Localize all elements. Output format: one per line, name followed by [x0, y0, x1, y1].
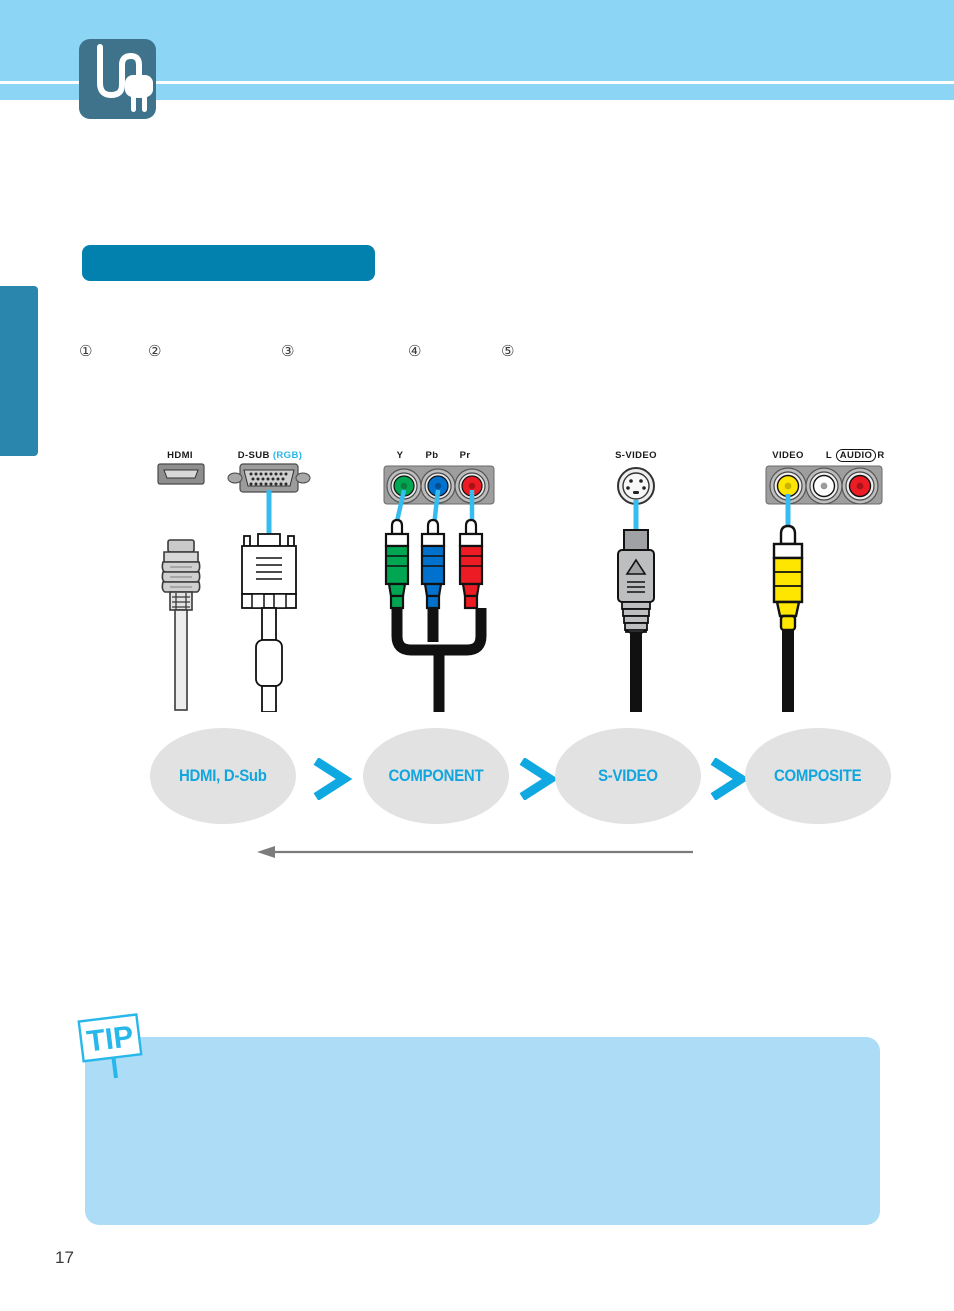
composite-jack-audio-left [805, 467, 843, 505]
quality-direction-arrow [257, 846, 693, 858]
component-connector-graphic [383, 465, 495, 712]
flow-item-composite: COMPOSITE [745, 728, 891, 824]
flow-label-hdmi-dsub: HDMI, D-Sub [179, 766, 267, 785]
callout-number-5: ⑤ [501, 342, 515, 360]
hdmi-label: HDMI [167, 450, 193, 461]
signal-quality-flow: HDMI, D-Sub COMPONENT S-VIDEO COMPOSITE [0, 728, 954, 828]
callout-number-4: ④ [408, 342, 422, 360]
tip-sign-label: TIP [85, 1020, 135, 1058]
callout-number-3: ③ [281, 342, 295, 360]
composite-jack-audio-right [841, 467, 879, 505]
callout-number-row: ① ② ③ ④ ⑤ [0, 341, 954, 361]
tip-body [85, 1037, 880, 1081]
chevron-right-icon-1 [313, 758, 353, 800]
callout-number-2: ② [148, 342, 162, 360]
section-side-tab [0, 286, 38, 456]
callout-number-1: ① [79, 342, 93, 360]
dsub-connector-graphic [227, 463, 311, 712]
flow-label-composite: COMPOSITE [774, 766, 862, 785]
power-plug-icon [79, 39, 156, 119]
hdmi-connector-graphic [157, 463, 205, 711]
page-number: 17 [55, 1248, 74, 1267]
tip-box [85, 1037, 880, 1225]
flow-label-component: COMPONENT [388, 766, 484, 785]
flow-item-svideo: S-VIDEO [555, 728, 701, 824]
flow-item-component: COMPONENT [363, 728, 509, 824]
svideo-connector-graphic [617, 467, 655, 712]
flow-item-hdmi-dsub: HDMI, D-Sub [150, 728, 296, 824]
composite-connector-graphic [765, 465, 883, 712]
manual-page: ① ② ③ ④ ⑤ HDMI D-SUB (RGB) Y Pb Pr S-VID… [0, 0, 954, 1311]
section-title-bar [82, 245, 375, 281]
chevron-right-icon-2 [519, 758, 559, 800]
connector-diagram-area: HDMI D-SUB (RGB) Y Pb Pr S-VIDEO VIDEO L… [0, 440, 954, 720]
tip-sign-icon: TIP [77, 1013, 143, 1079]
flow-label-svideo: S-VIDEO [598, 766, 658, 785]
